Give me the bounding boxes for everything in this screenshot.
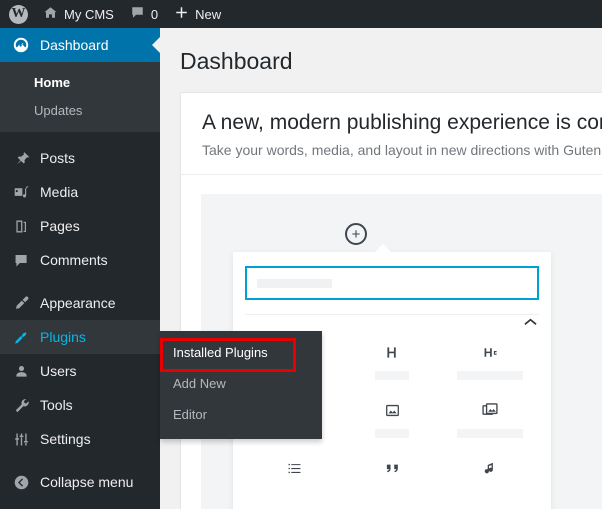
audio-icon (482, 455, 499, 481)
subheading-icon (482, 339, 499, 365)
sidebar-item-label: Posts (40, 151, 75, 165)
plug-icon (11, 327, 31, 347)
submenu-item-updates[interactable]: Updates (0, 97, 160, 125)
sidebar-item-label: Comments (40, 253, 108, 267)
active-pointer-arrow (152, 37, 160, 53)
welcome-subheading: Take your words, media, and layout in ne… (202, 140, 602, 160)
comment-bubble-icon (11, 250, 31, 270)
heading-icon (384, 339, 401, 365)
site-name-label: My CMS (64, 8, 114, 21)
sidebar-item-media[interactable]: Media (0, 175, 160, 209)
wp-logo-menu[interactable]: W (0, 0, 35, 28)
sidebar-item-label: Settings (40, 432, 91, 446)
admin-sidebar-menu: Dashboard Home Updates Posts Media (0, 28, 160, 509)
wrench-icon (11, 395, 31, 415)
wordpress-admin-screen: W My CMS 0 New Dashboard (0, 0, 602, 509)
table-icon (286, 455, 303, 481)
sidebar-item-label: Appearance (40, 296, 116, 310)
menu-separator (0, 456, 160, 465)
sidebar-item-tools[interactable]: Tools (0, 388, 160, 422)
plus-icon (174, 5, 189, 23)
collapse-menu-label: Collapse menu (40, 475, 133, 489)
block-item-heading[interactable] (343, 339, 441, 391)
sidebar-item-comments[interactable]: Comments (0, 243, 160, 277)
block-label-ghost (375, 429, 409, 438)
sidebar-item-dashboard[interactable]: Dashboard (0, 28, 160, 62)
hover-pointer-arrow (152, 329, 160, 345)
sidebar-item-label: Plugins (40, 330, 86, 344)
flyout-item-add-new[interactable]: Add New (160, 369, 322, 400)
sidebar-item-pages[interactable]: Pages (0, 209, 160, 243)
card-caret (374, 244, 392, 253)
sidebar-item-appearance[interactable]: Appearance (0, 286, 160, 320)
block-item-gallery[interactable] (441, 397, 539, 449)
admin-bar: W My CMS 0 New (0, 0, 602, 28)
media-camera-icon (11, 182, 31, 202)
menu-separator (0, 132, 160, 141)
sidebar-item-settings[interactable]: Settings (0, 422, 160, 456)
chevron-left-circle-icon (11, 472, 31, 492)
panel-divider (181, 174, 602, 175)
new-label: New (195, 8, 221, 21)
block-label-ghost (375, 371, 409, 380)
sidebar-item-users[interactable]: Users (0, 354, 160, 388)
sidebar-item-label: Media (40, 185, 78, 199)
comments-count: 0 (151, 8, 158, 21)
sidebar-item-label: Pages (40, 219, 80, 233)
block-label-ghost (457, 429, 523, 438)
block-search-input[interactable] (245, 266, 539, 300)
page-title: Dashboard (160, 28, 602, 76)
pages-icon (11, 216, 31, 236)
welcome-panel: A new, modern publishing experience is c… (180, 92, 602, 509)
sidebar-item-label: Dashboard (40, 38, 109, 52)
quote-icon (384, 455, 401, 481)
plus-circle-icon[interactable]: + (345, 223, 367, 245)
block-item-audio[interactable] (441, 455, 539, 507)
block-item-table[interactable] (245, 455, 343, 507)
pin-icon (11, 148, 31, 168)
dashboard-submenu: Home Updates (0, 62, 160, 132)
wordpress-logo-icon: W (9, 5, 28, 24)
new-content-menu[interactable]: New (166, 0, 229, 28)
flyout-item-editor[interactable]: Editor (160, 400, 322, 431)
paintbrush-icon (11, 293, 31, 313)
sidebar-item-plugins[interactable]: Plugins (0, 320, 160, 354)
gallery-icon (481, 397, 499, 423)
sliders-icon (11, 429, 31, 449)
sidebar-item-posts[interactable]: Posts (0, 141, 160, 175)
card-rule (245, 314, 539, 315)
block-item-quote[interactable] (343, 455, 441, 507)
menu-separator (0, 277, 160, 286)
dashboard-icon (11, 35, 31, 55)
home-icon (43, 5, 58, 23)
image-icon (384, 397, 401, 423)
plugins-flyout-submenu: Installed Plugins Add New Editor (160, 331, 322, 439)
block-item-subheading[interactable] (441, 339, 539, 391)
search-placeholder-ghost (257, 279, 332, 288)
comments-menu[interactable]: 0 (122, 0, 166, 28)
submenu-item-home[interactable]: Home (0, 69, 160, 97)
chevron-up-icon[interactable] (524, 316, 537, 328)
sidebar-item-label: Tools (40, 398, 73, 412)
block-label-ghost (457, 371, 523, 380)
block-item-image[interactable] (343, 397, 441, 449)
flyout-item-installed-plugins[interactable]: Installed Plugins (160, 338, 322, 369)
comment-bubble-icon (130, 5, 145, 23)
user-icon (11, 361, 31, 381)
collapse-menu-button[interactable]: Collapse menu (0, 465, 160, 499)
welcome-heading: A new, modern publishing experience is c… (202, 110, 602, 136)
welcome-panel-header: A new, modern publishing experience is c… (181, 93, 602, 160)
site-name-menu[interactable]: My CMS (35, 0, 122, 28)
sidebar-item-label: Users (40, 364, 77, 378)
